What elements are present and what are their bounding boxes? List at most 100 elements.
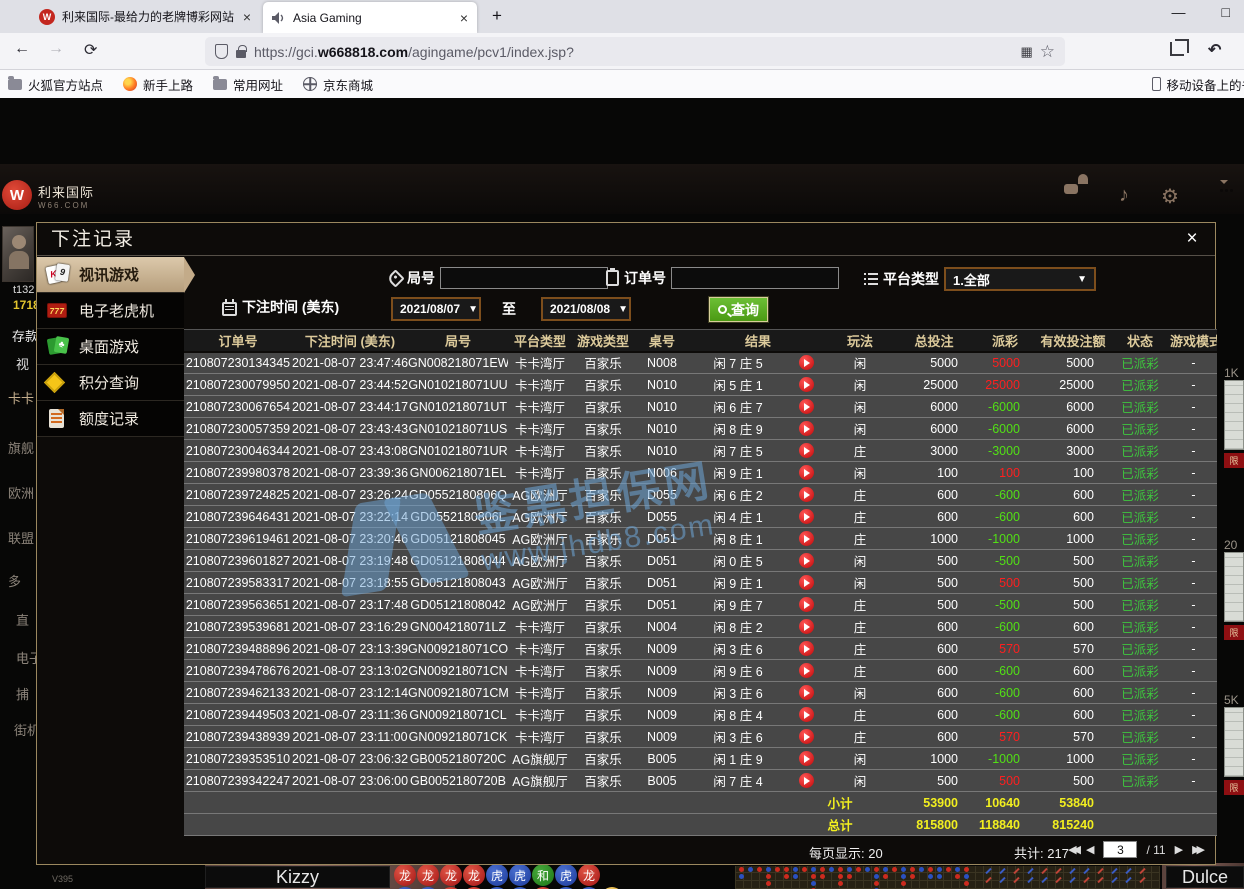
prev-page-button[interactable]: ◀ xyxy=(1086,843,1094,856)
platform-list-icon xyxy=(864,272,878,286)
url-text[interactable]: https://gci.w668818.com/agingame/pcv1/in… xyxy=(254,44,1012,60)
undo-arrow-icon[interactable]: ↶ xyxy=(1208,40,1221,60)
date-from-select[interactable]: 2021/08/07 ▼ xyxy=(391,297,481,321)
table-row: 2108072393422472021-08-07 23:06:00GB0052… xyxy=(184,770,1217,792)
table-row: 2108072396194612021-08-07 23:20:46GD0512… xyxy=(184,528,1217,550)
sidebar-item-label: 积分查询 xyxy=(79,372,139,393)
replay-button[interactable] xyxy=(799,707,814,722)
chevron-down-icon: ▼ xyxy=(618,304,628,315)
window-minimize-button[interactable]: — xyxy=(1172,4,1186,20)
url-bar[interactable]: https://gci.w668818.com/agingame/pcv1/in… xyxy=(205,37,1065,66)
lobby-table-fragment: 1K限 xyxy=(1218,366,1244,468)
total-count-label: 共计: 217 xyxy=(1014,843,1069,862)
tab-lilai[interactable]: W 利来国际-最给力的老牌博彩网站 × xyxy=(30,0,260,33)
sidebar-item-document[interactable]: 额度记录 xyxy=(37,401,184,437)
next-page-button[interactable]: ▶ xyxy=(1175,843,1183,856)
table-row: 2108072399803782021-08-07 23:39:36GN0062… xyxy=(184,462,1217,484)
sidebar-item-diamond[interactable]: 积分查询 xyxy=(37,365,184,401)
total-row: 总计815800118840815240 xyxy=(184,814,1217,836)
sidebar-item-cards[interactable]: K9视讯游戏 xyxy=(37,257,184,293)
column-header: 结果 xyxy=(690,330,826,352)
bookmark-item[interactable]: 京东商城 xyxy=(303,75,373,94)
sidebar-item-slot-777[interactable]: 777电子老虎机 xyxy=(37,293,184,329)
table-row: 2108072301343452021-08-07 23:47:46GN0082… xyxy=(184,352,1217,374)
round-tag-icon xyxy=(386,269,404,287)
qr-code-icon[interactable]: ▦ xyxy=(1020,44,1031,60)
replay-button[interactable] xyxy=(799,729,814,744)
screenshot-icon[interactable] xyxy=(1170,42,1184,56)
replay-button[interactable] xyxy=(799,509,814,524)
replay-button[interactable] xyxy=(799,685,814,700)
tracking-shield-icon[interactable] xyxy=(215,44,228,59)
background-nav-item: 存款 xyxy=(12,326,38,345)
bookmark-mobile[interactable]: 移动设备上的书 xyxy=(1152,75,1244,94)
replay-button[interactable] xyxy=(799,641,814,656)
calendar-icon xyxy=(222,302,237,316)
replay-button[interactable] xyxy=(799,597,814,612)
site-logo[interactable]: W xyxy=(2,180,32,210)
order-input[interactable] xyxy=(671,267,839,289)
modal-close-button[interactable]: × xyxy=(1181,228,1203,250)
support-icon[interactable] xyxy=(1066,184,1090,209)
reload-button[interactable]: ⟳ xyxy=(84,40,97,60)
back-button[interactable]: ← xyxy=(14,40,30,58)
replay-button[interactable] xyxy=(799,531,814,546)
bookmark-item[interactable]: 火狐官方站点 xyxy=(8,75,103,94)
replay-button[interactable] xyxy=(799,619,814,634)
table-row: 2108072396018272021-08-07 23:19:48GD0512… xyxy=(184,550,1217,572)
date-to-select[interactable]: 2021/08/08 ▼ xyxy=(541,297,631,321)
tab-close-icon[interactable]: × xyxy=(243,9,251,25)
replay-button[interactable] xyxy=(799,663,814,678)
user-id: t132 xyxy=(13,284,34,296)
pagination-bar: 每页显示: 20 共计: 217 ◀◀ ◀ 3 / 11 ▶ ▶▶ xyxy=(184,837,1215,864)
user-avatar[interactable] xyxy=(2,226,34,282)
lobby-table-fragment: 5K限 xyxy=(1218,693,1244,795)
lock-icon[interactable] xyxy=(236,50,246,58)
dragon-tiger-roadmap-row: 龙龙龙龙虎虎和虎龙 xyxy=(394,864,600,886)
background-nav-item: 联盟 xyxy=(8,528,34,547)
forward-button[interactable]: → xyxy=(48,40,64,58)
replay-button[interactable] xyxy=(799,377,814,392)
replay-button[interactable] xyxy=(799,773,814,788)
to-label: 至 xyxy=(502,299,516,319)
page-number-input[interactable]: 3 xyxy=(1103,841,1137,858)
replay-button[interactable] xyxy=(799,553,814,568)
brand-name: 利来国际 W66.COM xyxy=(38,182,94,210)
table-row: 2108072395636512021-08-07 23:17:48GD0512… xyxy=(184,594,1217,616)
search-button[interactable]: 查询 xyxy=(709,297,768,322)
replay-button[interactable] xyxy=(799,465,814,480)
replay-button[interactable] xyxy=(799,575,814,590)
folder-icon xyxy=(213,79,227,90)
platform-select[interactable]: 1.全部 ▼ xyxy=(944,267,1096,291)
dealer-name-dulce[interactable]: Dulce xyxy=(1166,866,1244,888)
replay-button[interactable] xyxy=(799,751,814,766)
window-maximize-button[interactable]: □ xyxy=(1222,4,1230,20)
new-tab-button[interactable]: + xyxy=(492,6,502,26)
last-page-button[interactable]: ▶▶ xyxy=(1192,843,1201,856)
column-header: 桌号 xyxy=(634,330,690,352)
bookmark-star-icon[interactable]: ☆ xyxy=(1040,42,1055,62)
music-icon[interactable]: ♪ xyxy=(1112,184,1136,209)
table-games-icon: ♣ xyxy=(45,335,71,359)
first-page-button[interactable]: ◀◀ xyxy=(1068,843,1077,856)
bookmark-item[interactable]: 常用网址 xyxy=(213,75,283,94)
replay-button[interactable] xyxy=(799,487,814,502)
slot-777-icon: 777 xyxy=(45,299,71,323)
dealer-name-kizzy[interactable]: Kizzy xyxy=(205,866,390,888)
sidebar-item-table-games[interactable]: ♣桌面游戏 xyxy=(37,329,184,365)
replay-button[interactable] xyxy=(799,399,814,414)
site-header xyxy=(0,164,1244,214)
roadmap-circle: 和 xyxy=(532,864,554,886)
settings-gear-icon[interactable]: ⚙ xyxy=(1158,184,1182,209)
version-label: V395 xyxy=(52,874,73,884)
roadmap-circle: 虎 xyxy=(486,864,508,886)
replay-button[interactable] xyxy=(799,421,814,436)
bookmark-item[interactable]: 新手上路 xyxy=(123,75,193,94)
replay-button[interactable] xyxy=(799,355,814,370)
tab-close-icon[interactable]: × xyxy=(460,10,468,26)
tab-asia-gaming[interactable]: Asia Gaming × xyxy=(263,2,477,33)
round-input[interactable] xyxy=(440,267,608,289)
replay-button[interactable] xyxy=(799,443,814,458)
column-header: 游戏类型 xyxy=(572,330,634,352)
chat-icon[interactable] xyxy=(1204,184,1228,209)
